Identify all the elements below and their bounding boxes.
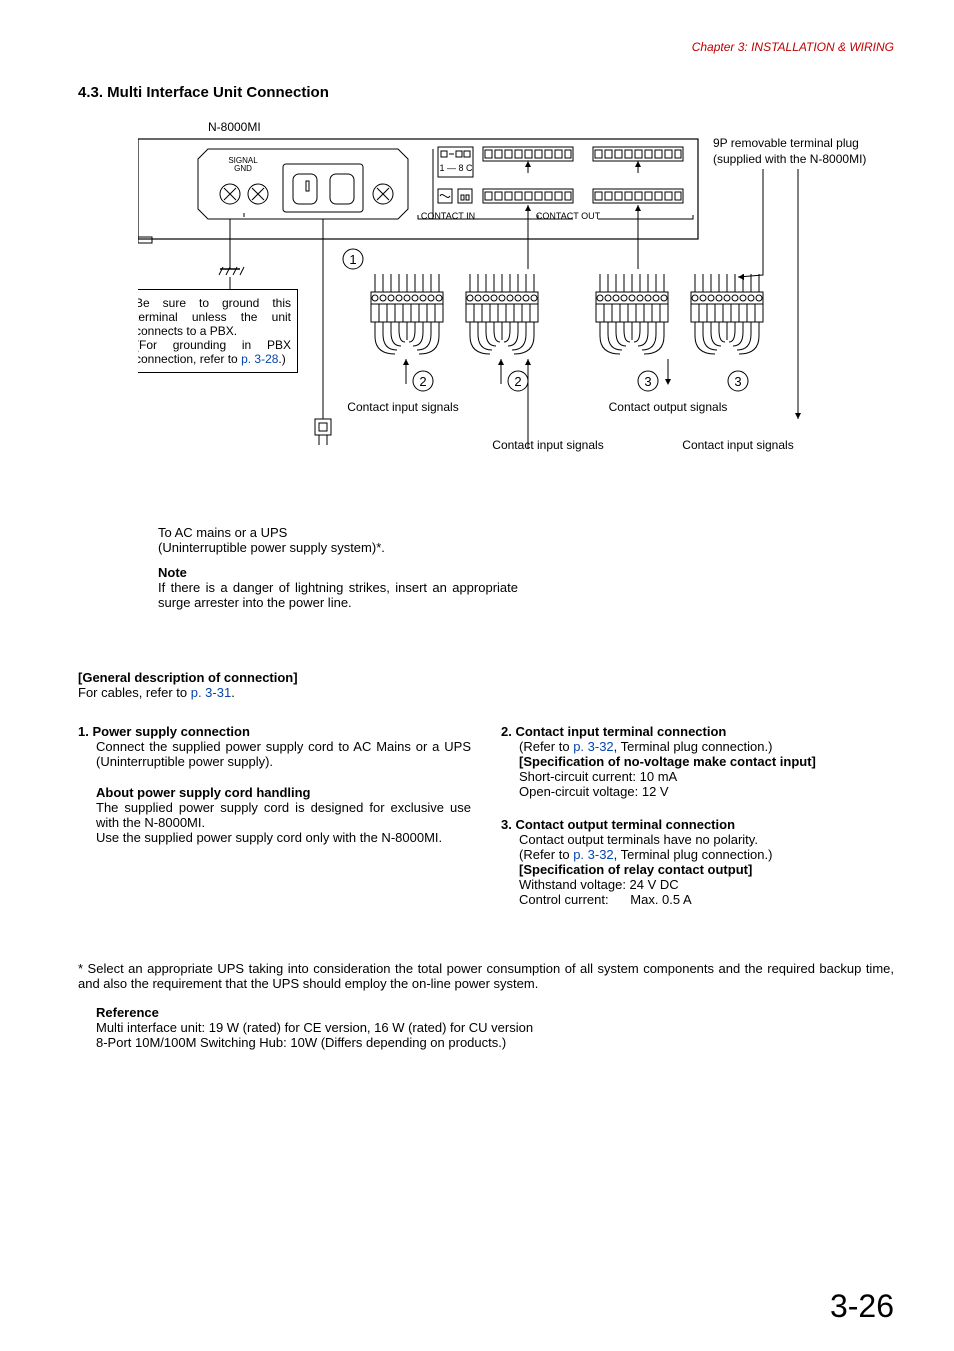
contact-in-sig-3: Contact input signals (682, 438, 793, 452)
ac-mains-line2: (Uninterruptible power supply system)*. (158, 540, 518, 555)
item2-refer-link[interactable]: p. 3-32 (573, 739, 613, 754)
plug-blocks (371, 274, 763, 354)
item3-body-1: Contact output terminals have no polarit… (519, 832, 894, 847)
svg-text:3: 3 (734, 374, 741, 389)
svg-text:3: 3 (644, 374, 651, 389)
device-label: N-8000MI (208, 120, 261, 134)
item3-spec-1: Withstand voltage: 24 V DC (519, 877, 894, 892)
ground-note-text: Be sure to ground this terminal unless t… (138, 296, 291, 338)
contact-out-sig: Contact output signals (609, 400, 728, 414)
cables-pre: For cables, refer to (78, 685, 191, 700)
reference-heading: Reference (96, 1005, 894, 1020)
svg-text:1: 1 (349, 252, 356, 267)
reference-line-2: 8-Port 10M/100M Switching Hub: 10W (Diff… (96, 1035, 894, 1050)
chapter-header: Chapter 3: INSTALLATION & WIRING (78, 40, 894, 54)
item3-heading: 3. Contact output terminal connection (501, 817, 894, 832)
ground-note-link[interactable]: p. 3-28 (241, 352, 278, 366)
contact-in-sig-1: Contact input signals (347, 400, 458, 414)
item2-spec-1: Short-circuit current: 10 mA (519, 769, 894, 784)
page-number: 3-26 (830, 1288, 894, 1325)
ac-mains-line1: To AC mains or a UPS (158, 525, 518, 540)
plug-label-1: 9P removable terminal plug (713, 136, 859, 150)
item2-spec-2: Open-circuit voltage: 12 V (519, 784, 894, 799)
ground-note-box: Be sure to ground this terminal unless t… (138, 289, 298, 373)
section-title: 4.3. Multi Interface Unit Connection (78, 84, 894, 101)
item2-refer: (Refer to p. 3-32, Terminal plug connect… (519, 739, 894, 754)
item1-sub-heading: About power supply cord handling (96, 785, 471, 800)
one-eight-c: 1 — 8 C (439, 163, 473, 173)
item2-refer-post: , Terminal plug connection.) (614, 739, 773, 754)
contact-out-label: CONTACT OUT (536, 211, 601, 221)
svg-text:2: 2 (419, 374, 426, 389)
contact-in-label: CONTACT IN (421, 211, 475, 221)
note-body: If there is a danger of lightning strike… (158, 580, 518, 610)
item3-refer-link[interactable]: p. 3-32 (573, 847, 613, 862)
item3-spec-head: [Specification of relay contact output] (519, 862, 894, 877)
item3-refer-post: , Terminal plug connection.) (614, 847, 773, 862)
item1-sub-body-1: The supplied power supply cord is design… (96, 800, 471, 830)
terminal-strips-bottom (483, 189, 683, 203)
signal-gnd-2: GND (234, 164, 252, 173)
item1-sub-body-2: Use the supplied power supply cord only … (96, 830, 471, 845)
item2-spec-head: [Specification of no-voltage make contac… (519, 754, 894, 769)
item1-body: Connect the supplied power supply cord t… (96, 739, 471, 769)
reference-line-1: Multi interface unit: 19 W (rated) for C… (96, 1020, 894, 1035)
general-description-body: For cables, refer to p. 3-31. (78, 685, 894, 700)
terminal-strips-top (483, 147, 683, 161)
svg-text:2: 2 (514, 374, 521, 389)
item2-heading: 2. Contact input terminal connection (501, 724, 894, 739)
plug-label-2: (supplied with the N-8000MI) (713, 152, 866, 166)
ground-note-post: .) (278, 352, 285, 366)
footnote: * Select an appropriate UPS taking into … (78, 961, 894, 991)
item3-refer-pre: (Refer to (519, 847, 573, 862)
item3-spec-2: Control current: Max. 0.5 A (519, 892, 894, 907)
item2-refer-pre: (Refer to (519, 739, 573, 754)
general-description-heading: [General description of connection] (78, 670, 894, 685)
cables-post: . (231, 685, 235, 700)
contact-in-sig-2: Contact input signals (492, 438, 603, 452)
wiring-diagram: N-8000MI SIGNAL GND (138, 119, 898, 519)
item1-heading: 1. Power supply connection (78, 724, 471, 739)
cables-link[interactable]: p. 3-31 (191, 685, 231, 700)
note-heading: Note (158, 565, 518, 580)
item3-refer: (Refer to p. 3-32, Terminal plug connect… (519, 847, 894, 862)
